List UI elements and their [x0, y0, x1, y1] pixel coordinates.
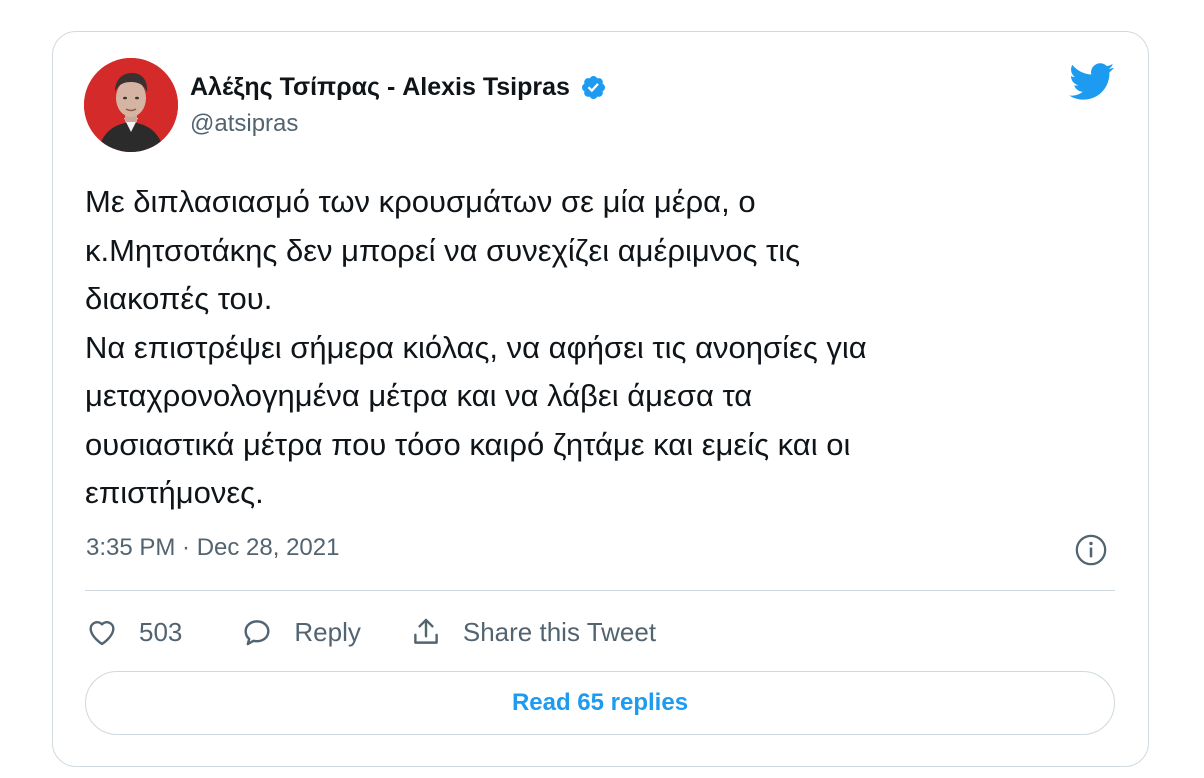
tweet-text-line: Να επιστρέψει σήμερα κιόλας, να αφήσει τ… — [85, 329, 867, 365]
tweet-text-line: διακοπές του. — [85, 281, 273, 316]
author-name-row: Αλέξης Τσίπρας - Alexis Tsipras — [190, 70, 607, 104]
author-display-name[interactable]: Αλέξης Τσίπρας - Alexis Tsipras — [190, 73, 570, 102]
tweet-text-line: μεταχρονολογημένα μέτρα και να λάβει άμε… — [85, 378, 753, 413]
tweet-text-line: Με διπλασιασμό των κρουσμάτων σε μία μέρ… — [85, 184, 756, 219]
tweet-text-line: κ.Μητσοτάκης δεν μπορεί να συνεχίζει αμέ… — [85, 232, 801, 268]
divider — [85, 590, 1115, 591]
heart-icon — [89, 621, 115, 646]
share-button[interactable]: Share this Tweet — [409, 615, 656, 649]
verified-badge-icon — [580, 74, 607, 101]
info-icon[interactable] — [1074, 533, 1108, 567]
like-count: 503 — [139, 616, 183, 647]
reply-label: Reply — [294, 616, 361, 647]
share-upload-icon — [414, 618, 438, 644]
read-replies-button[interactable]: Read 65 replies — [85, 671, 1115, 735]
tweet-timestamp[interactable]: 3:35 PM · Dec 28, 2021 — [86, 534, 339, 562]
speech-bubble-icon — [244, 620, 270, 646]
twitter-bird-icon[interactable] — [1069, 63, 1115, 101]
author-handle[interactable]: @atsipras — [190, 110, 298, 138]
avatar-image — [84, 58, 178, 152]
tweet-text-line: επιστήμονες. — [85, 475, 264, 510]
tweet-text: Με διπλασιασμό των κρουσμάτων σε μία μέρ… — [85, 178, 1125, 518]
tweet-text-line: ουσιαστικά μέτρα που τόσο καιρό ζητάμε κ… — [85, 426, 851, 462]
avatar[interactable] — [84, 58, 178, 152]
reply-button[interactable]: Reply — [240, 615, 361, 649]
share-label: Share this Tweet — [462, 616, 657, 647]
tweet-actions: 503 Reply Share this Tweet — [85, 610, 656, 654]
like-button[interactable]: 503 — [85, 615, 182, 649]
